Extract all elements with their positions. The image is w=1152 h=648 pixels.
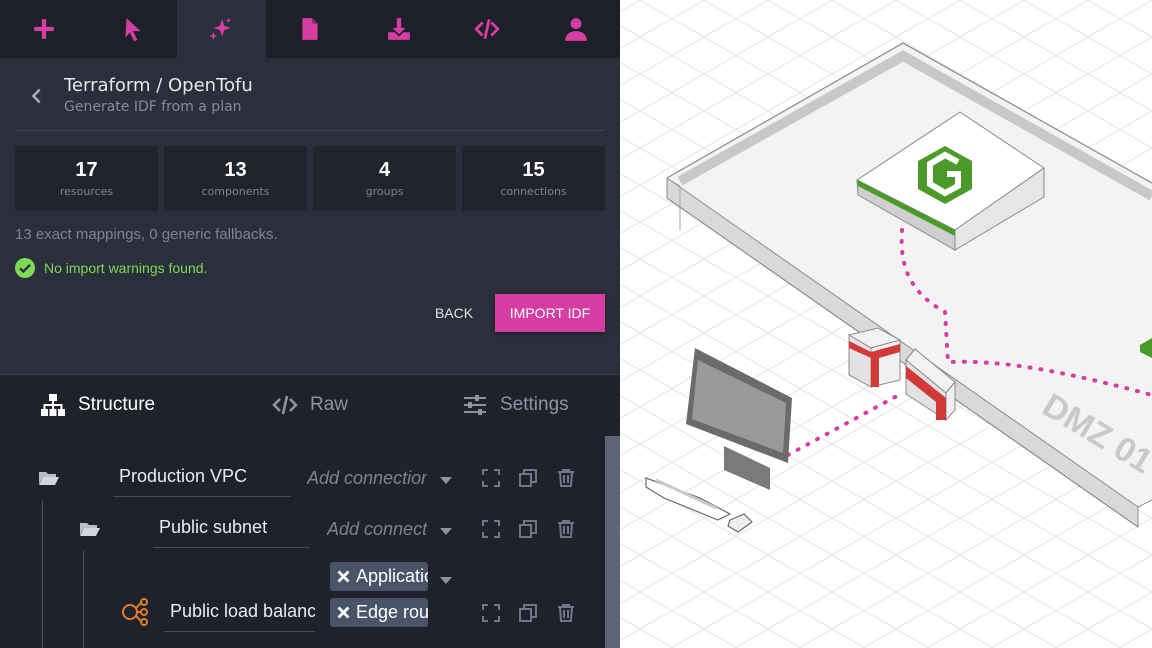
- diagram-canvas[interactable]: DMZ 01: [620, 0, 1152, 648]
- folder-open-icon[interactable]: [38, 470, 60, 486]
- focus-icon[interactable]: [482, 520, 500, 538]
- stat-value: 13: [224, 159, 247, 181]
- sliders-icon: [464, 395, 486, 415]
- select-tool-button[interactable]: [89, 0, 178, 58]
- document-button[interactable]: [266, 0, 355, 58]
- user-icon: [564, 18, 587, 41]
- node-name[interactable]: Public load balancer: [164, 596, 315, 632]
- back-button[interactable]: BACK: [420, 294, 488, 332]
- toolbar: [0, 0, 620, 58]
- tab-structure[interactable]: Structure: [40, 393, 155, 417]
- focus-icon[interactable]: [482, 469, 500, 487]
- tree-guide: [42, 500, 43, 648]
- isometric-diagram: DMZ 01: [620, 0, 1152, 648]
- chevron-down-icon[interactable]: [440, 477, 452, 485]
- tab-label: Structure: [78, 394, 156, 415]
- import-section: Terraform / OpenTofu Generate IDF from a…: [0, 58, 620, 374]
- add-button[interactable]: [0, 0, 89, 58]
- download-button[interactable]: [354, 0, 443, 58]
- stat-value: 4: [378, 159, 391, 181]
- trash-icon[interactable]: [557, 469, 575, 487]
- plus-icon: [34, 19, 55, 39]
- stat-label: groups: [365, 185, 404, 198]
- stat-value: 15: [522, 159, 545, 181]
- duplicate-icon[interactable]: [519, 469, 537, 487]
- duplicate-icon[interactable]: [519, 520, 537, 538]
- tree-guide: [83, 550, 84, 648]
- stat-connections: 15 connections: [462, 146, 605, 211]
- sitemap-icon: [41, 394, 65, 416]
- import-subtitle: Generate IDF from a plan: [64, 99, 242, 115]
- cursor-icon: [125, 18, 141, 42]
- close-icon[interactable]: [337, 606, 350, 619]
- import-idf-button[interactable]: IMPORT IDF: [495, 294, 605, 332]
- stat-label: connections: [500, 185, 567, 198]
- node-name[interactable]: Public subnet: [153, 512, 310, 548]
- chevron-down-icon[interactable]: [440, 528, 452, 536]
- chevron-down-icon[interactable]: [440, 577, 452, 585]
- scrollbar-thumb[interactable]: [605, 436, 620, 648]
- add-connection-input[interactable]: Add connection: [307, 463, 427, 493]
- duplicate-icon[interactable]: [519, 604, 537, 622]
- divider: [15, 130, 605, 131]
- node-name[interactable]: Production VPC: [113, 461, 291, 497]
- chip-label: Application: [356, 566, 428, 586]
- stat-resources: 17 resources: [15, 146, 158, 211]
- tab-raw[interactable]: Raw: [272, 393, 348, 417]
- stat-components: 13 components: [164, 146, 307, 211]
- chip-label: Edge router: [356, 602, 428, 622]
- tab-label: Settings: [500, 394, 569, 415]
- router-node[interactable]: [847, 327, 902, 388]
- code-button[interactable]: [443, 0, 532, 58]
- tab-label: Raw: [310, 394, 349, 415]
- connection-chip[interactable]: Edge router: [330, 598, 428, 627]
- focus-icon[interactable]: [482, 604, 500, 622]
- folder-open-icon[interactable]: [79, 521, 101, 537]
- import-title: Terraform / OpenTofu: [64, 75, 253, 96]
- check-circle-icon: [15, 258, 35, 278]
- trash-icon[interactable]: [557, 520, 575, 538]
- code-icon: [272, 395, 298, 415]
- side-panel: Terraform / OpenTofu Generate IDF from a…: [0, 0, 620, 648]
- account-button[interactable]: [531, 0, 620, 58]
- connection-chip[interactable]: Application: [330, 562, 428, 591]
- stat-value: 17: [75, 159, 98, 181]
- stat-label: components: [201, 185, 270, 198]
- document-icon: [302, 18, 318, 40]
- tab-settings[interactable]: Settings: [462, 393, 569, 417]
- panel-tabs: Structure Raw Settings: [0, 374, 620, 436]
- mapping-summary: 13 exact mappings, 0 generic fallbacks.: [15, 226, 278, 243]
- close-icon[interactable]: [337, 570, 350, 583]
- trash-icon[interactable]: [557, 604, 575, 622]
- generate-button[interactable]: [177, 0, 266, 58]
- stat-groups: 4 groups: [313, 146, 456, 211]
- warnings-status: No import warnings found.: [44, 260, 208, 276]
- add-connection-input[interactable]: Add connection: [327, 514, 427, 544]
- download-icon: [387, 18, 410, 40]
- stat-label: resources: [59, 185, 114, 198]
- sparkle-icon: [210, 17, 232, 40]
- chevron-left-icon[interactable]: [26, 85, 48, 107]
- load-balancer-icon[interactable]: [120, 598, 150, 626]
- code-icon: [474, 18, 500, 40]
